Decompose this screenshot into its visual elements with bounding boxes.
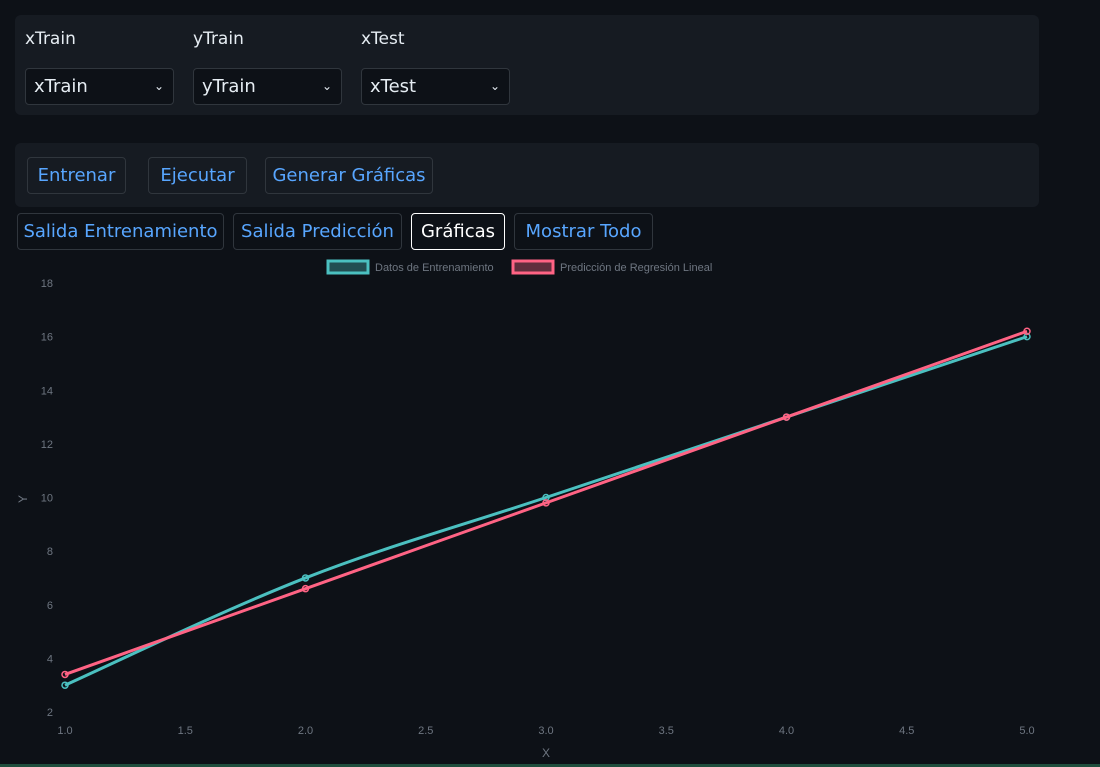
- legend-swatch-prediction: [511, 259, 555, 275]
- x-tick-label: 4.5: [899, 725, 914, 737]
- chevron-down-icon: ⌄: [489, 79, 500, 93]
- tab-training-output[interactable]: Salida Entrenamiento: [17, 213, 224, 250]
- y-tick-label: 10: [41, 493, 53, 505]
- xtrain-select[interactable]: xTrain ⌄: [25, 68, 174, 105]
- x-tick-label: 2.0: [298, 725, 313, 737]
- x-tick-label: 3.5: [659, 725, 674, 737]
- tab-charts[interactable]: Gráficas: [411, 213, 505, 250]
- x-tick-label: 1.5: [178, 725, 193, 737]
- x-axis-title: X: [542, 746, 550, 760]
- y-tick-label: 12: [41, 439, 53, 451]
- x-tick-label: 5.0: [1019, 725, 1034, 737]
- y-tick-label: 6: [47, 600, 53, 612]
- file-selector-panel: xTrain yTrain xTest xTrain ⌄ yTrain ⌄ xT…: [15, 15, 1039, 115]
- legend-label-training: Datos de Entrenamiento: [375, 262, 494, 274]
- regression-chart: Datos de Entrenamiento Predicción de Reg…: [16, 259, 1035, 760]
- chevron-down-icon: ⌄: [153, 79, 164, 93]
- y-tick-label: 8: [47, 546, 53, 558]
- y-tick-label: 18: [41, 278, 53, 290]
- ytrain-label: yTrain: [193, 29, 244, 49]
- y-tick-label: 2: [47, 707, 53, 719]
- train-button[interactable]: Entrenar: [27, 157, 126, 194]
- series-layer: [61, 327, 1031, 689]
- y-tick-label: 14: [41, 385, 53, 397]
- chart-legend: Datos de Entrenamiento Predicción de Reg…: [326, 259, 712, 275]
- x-tick-label: 2.5: [418, 725, 433, 737]
- xtest-select-value: xTest: [370, 76, 417, 97]
- series-line-prediction: [64, 329, 1028, 676]
- series-line-training: [64, 335, 1028, 687]
- y-axis: 2 4 6 8 10 12 14 16 18: [41, 278, 53, 719]
- x-tick-label: 3.0: [538, 725, 553, 737]
- y-tick-label: 16: [41, 332, 53, 344]
- y-tick-label: 4: [47, 653, 53, 665]
- y-axis-title: Y: [16, 495, 30, 503]
- xtrain-select-value: xTrain: [34, 76, 88, 97]
- chevron-down-icon: ⌄: [321, 79, 332, 93]
- legend-swatch-training: [326, 259, 370, 275]
- xtest-select[interactable]: xTest ⌄: [361, 68, 510, 105]
- tab-show-all[interactable]: Mostrar Todo: [514, 213, 653, 250]
- xtest-label: xTest: [361, 29, 405, 49]
- x-tick-label: 4.0: [779, 725, 794, 737]
- ytrain-select-value: yTrain: [202, 76, 256, 97]
- actions-panel: Entrenar Ejecutar Generar Gráficas: [15, 143, 1039, 207]
- x-tick-label: 1.0: [57, 725, 72, 737]
- ytrain-select[interactable]: yTrain ⌄: [193, 68, 342, 105]
- generate-charts-button[interactable]: Generar Gráficas: [265, 157, 433, 194]
- tab-prediction-output[interactable]: Salida Predicción: [233, 213, 402, 250]
- x-axis: 1.0 1.5 2.0 2.5 3.0 3.5 4.0 4.5 5.0: [57, 725, 1034, 737]
- legend-label-prediction: Predicción de Regresión Lineal: [560, 262, 712, 274]
- execute-button[interactable]: Ejecutar: [148, 157, 247, 194]
- xtrain-label: xTrain: [25, 29, 76, 49]
